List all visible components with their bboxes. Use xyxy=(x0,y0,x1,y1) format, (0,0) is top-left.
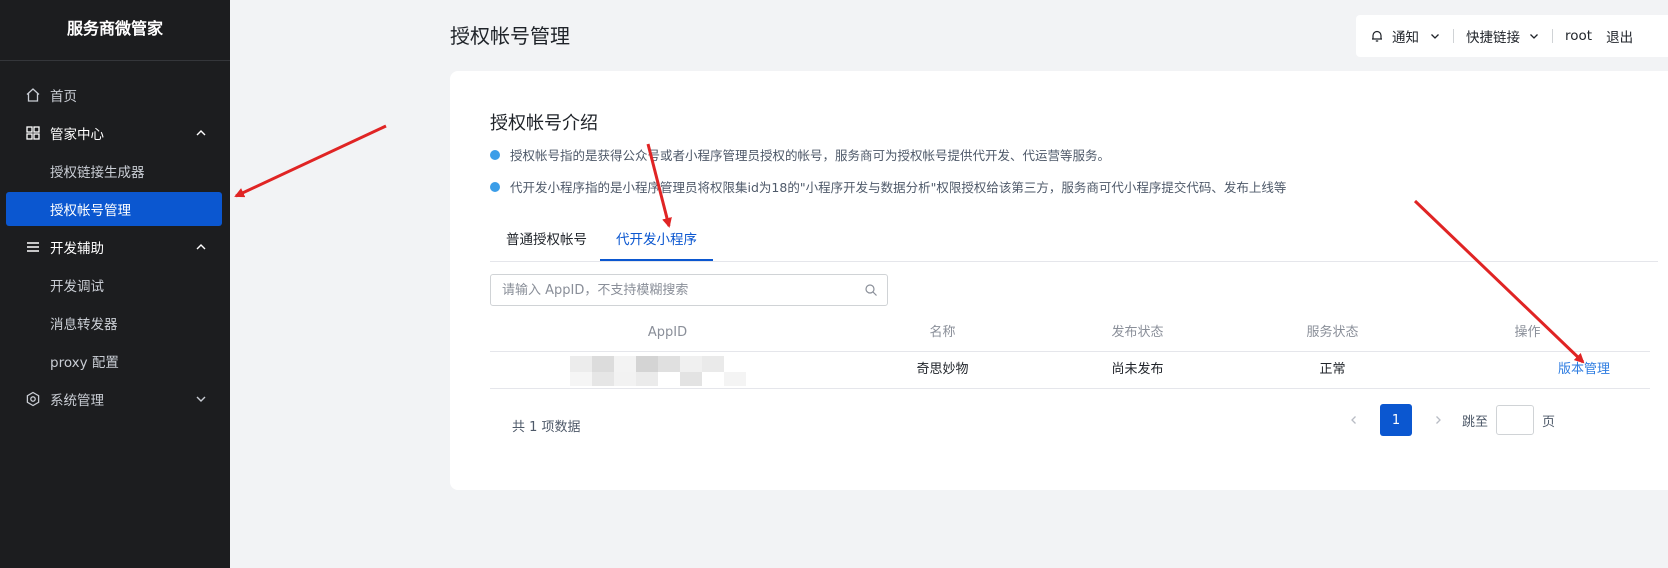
list-icon xyxy=(24,238,42,256)
notification-label: 通知 xyxy=(1392,30,1419,46)
quick-links-dropdown[interactable]: 快捷链接 xyxy=(1466,26,1540,46)
notification-dropdown[interactable]: 通知 xyxy=(1370,26,1441,46)
sidebar-group-dev-assist[interactable]: 开发辅助 xyxy=(6,230,222,264)
account-table: AppID 名称 发布状态 服务状态 操作 奇思妙物 尚未发布 正常 版本管理 xyxy=(490,315,1650,389)
column-header-publish-status: 发布状态 xyxy=(1111,325,1164,340)
version-management-link[interactable]: 版本管理 xyxy=(1430,352,1610,388)
page-number-current[interactable]: 1 xyxy=(1380,404,1412,436)
annotation-arrow-sidebar xyxy=(234,124,387,198)
top-toolbar: 通知 快捷链接 root 退出 xyxy=(1356,15,1668,57)
bell-icon xyxy=(1372,30,1382,42)
next-page-button[interactable] xyxy=(1424,406,1452,434)
page-title: 授权帐号管理 xyxy=(450,24,570,48)
chevron-down-icon xyxy=(1530,34,1538,39)
account-tabs: 普通授权帐号 代开发小程序 xyxy=(490,221,1658,262)
publish-status-cell: 尚未发布 xyxy=(1111,362,1164,377)
sidebar-item-label: 开发辅助 xyxy=(50,241,104,257)
logout-link[interactable]: 退出 xyxy=(1606,26,1633,46)
sidebar-item-label: 消息转发器 xyxy=(50,317,118,333)
sidebar-item-home[interactable]: 首页 xyxy=(6,78,222,112)
chevron-down-icon xyxy=(1431,34,1439,39)
sidebar-item-auth-account-management[interactable]: 授权帐号管理 xyxy=(6,192,222,226)
quick-links-label: 快捷链接 xyxy=(1466,30,1520,46)
blurred-appid xyxy=(570,354,770,390)
sidebar-item-label: 系统管理 xyxy=(50,393,104,409)
column-header-service-status: 服务状态 xyxy=(1306,325,1359,340)
sidebar-item-proxy-config[interactable]: proxy 配置 xyxy=(6,344,222,378)
name-cell: 奇思妙物 xyxy=(916,362,969,377)
appid-search xyxy=(490,274,888,306)
table-header: AppID 名称 发布状态 服务状态 操作 xyxy=(490,315,1650,352)
pagination: 1 跳至 页 xyxy=(1340,404,1555,436)
bullet-text: 授权帐号指的是获得公众号或者小程序管理员授权的帐号，服务商可为授权帐号提供代开发… xyxy=(510,148,1111,163)
divider xyxy=(1453,29,1454,43)
sidebar-item-label: 管家中心 xyxy=(50,127,104,143)
jump-page-input[interactable] xyxy=(1496,405,1535,435)
total-count: 共 1 项数据 xyxy=(512,420,581,435)
bullet-dot-icon xyxy=(490,181,500,192)
jump-label: 跳至 xyxy=(1462,414,1489,430)
home-icon xyxy=(24,86,42,104)
hexagon-settings-icon xyxy=(24,390,42,408)
sidebar-group-butler-center[interactable]: 管家中心 xyxy=(6,116,222,150)
sidebar-item-label: 首页 xyxy=(50,89,77,105)
sidebar-item-message-forwarder[interactable]: 消息转发器 xyxy=(6,306,222,340)
chevron-up-icon xyxy=(196,130,206,136)
divider xyxy=(1552,29,1553,43)
table-row: 奇思妙物 尚未发布 正常 版本管理 xyxy=(490,352,1650,389)
tab-dev-mini-program[interactable]: 代开发小程序 xyxy=(600,221,713,261)
column-header-action: 操作 xyxy=(1514,325,1541,340)
search-icon[interactable] xyxy=(864,283,878,297)
intro-bullet: 代开发小程序指的是小程序管理员将权限集id为18的"小程序开发与数据分析"权限授… xyxy=(490,177,1286,196)
sidebar-item-auth-link-generator[interactable]: 授权链接生成器 xyxy=(6,154,222,188)
intro-bullet: 授权帐号指的是获得公众号或者小程序管理员授权的帐号，服务商可为授权帐号提供代开发… xyxy=(490,145,1110,164)
tab-normal-auth-account[interactable]: 普通授权帐号 xyxy=(490,221,603,261)
sidebar-item-label: 授权链接生成器 xyxy=(50,165,145,181)
username[interactable]: root xyxy=(1565,28,1592,44)
sidebar-item-dev-debug[interactable]: 开发调试 xyxy=(6,268,222,302)
account-card: 授权帐号介绍 授权帐号指的是获得公众号或者小程序管理员授权的帐号，服务商可为授权… xyxy=(450,71,1668,490)
column-header-name: 名称 xyxy=(929,325,956,340)
bullet-dot-icon xyxy=(490,149,500,160)
sidebar-group-system-management[interactable]: 系统管理 xyxy=(6,382,222,416)
search-input[interactable] xyxy=(500,276,864,304)
sidebar: 服务商微管家 首页 管家中心 授权链接生成器 授权帐号管理 开发辅助 开发调试 … xyxy=(0,0,230,568)
sidebar-item-label: 授权帐号管理 xyxy=(50,203,131,219)
sidebar-item-label: 开发调试 xyxy=(50,279,104,295)
page-suffix: 页 xyxy=(1542,414,1556,430)
grid-icon xyxy=(24,124,42,142)
chevron-right-icon xyxy=(1436,416,1441,424)
column-header-appid: AppID xyxy=(647,325,688,340)
chevron-left-icon xyxy=(1351,416,1356,424)
bullet-text: 代开发小程序指的是小程序管理员将权限集id为18的"小程序开发与数据分析"权限授… xyxy=(510,180,1287,195)
sidebar-item-label: proxy 配置 xyxy=(50,355,119,371)
chevron-down-icon xyxy=(196,396,206,402)
brand-title: 服务商微管家 xyxy=(0,0,230,61)
appid-cell xyxy=(490,352,845,388)
service-status-cell: 正常 xyxy=(1319,362,1346,377)
prev-page-button[interactable] xyxy=(1340,406,1368,434)
chevron-up-icon xyxy=(196,244,206,250)
section-title: 授权帐号介绍 xyxy=(490,113,598,134)
